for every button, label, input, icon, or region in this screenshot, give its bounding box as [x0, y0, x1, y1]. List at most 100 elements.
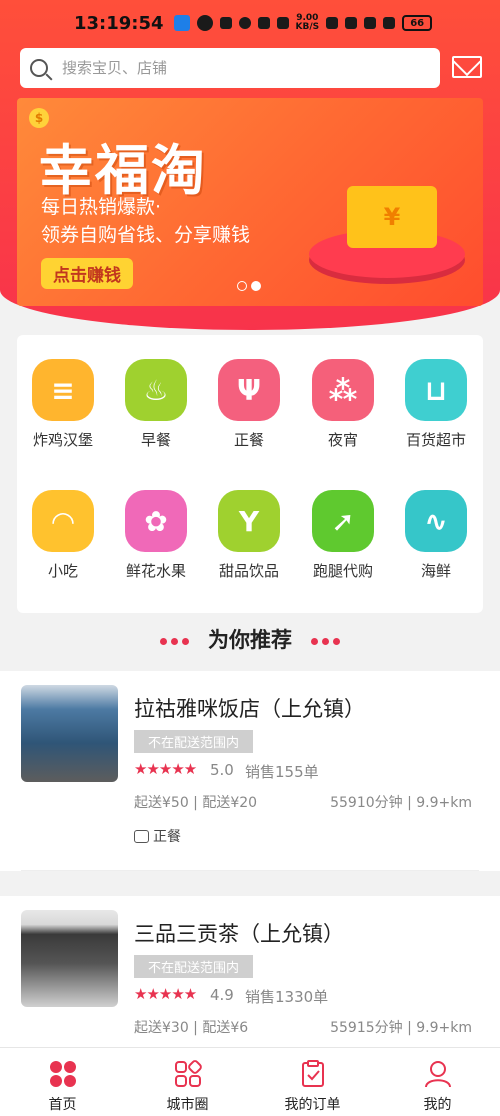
- category-label: 百货超市: [405, 431, 466, 449]
- recommend-title: 为你推荐: [208, 628, 292, 652]
- carousel-dots: [237, 281, 261, 291]
- category-label: 鲜花水果: [125, 562, 186, 580]
- fork-knife-icon: Ψ: [218, 359, 280, 421]
- category-label: 跑腿代购: [312, 562, 373, 580]
- category-label: 小吃: [47, 562, 78, 580]
- signal-5g-icon: [364, 17, 377, 29]
- sales-count: 销售1330单: [245, 988, 329, 1006]
- category-3[interactable]: ⁂ 夜宵: [301, 359, 385, 450]
- tab-my-orders[interactable]: 我的订单: [250, 1048, 375, 1116]
- category-label: 正餐: [233, 431, 264, 449]
- shrimp-icon: ∿: [405, 490, 467, 552]
- delivery-distance: 55910分钟 | 9.9+km: [330, 795, 472, 811]
- skewer-icon: ⁂: [312, 359, 374, 421]
- burger-icon: ≡: [32, 359, 94, 421]
- carousel-dot-active[interactable]: [251, 281, 261, 291]
- rating-stars: ★★★★★: [134, 985, 197, 1003]
- delivery-fee: 起送¥50 | 配送¥20: [134, 795, 258, 811]
- shop-card-0[interactable]: 拉祜雅咪饭店（上允镇） 不在配送范围内 ★★★★★ 5.0 销售155单 起送¥…: [0, 671, 500, 871]
- translate-app-icon: [173, 15, 190, 31]
- bluetooth-icon: [276, 17, 289, 29]
- home-grid-icon: [49, 1061, 76, 1087]
- hd-icon: [345, 17, 358, 29]
- delivery-distance: 55915分钟 | 9.9+km: [330, 1020, 472, 1036]
- search-bar[interactable]: [20, 48, 440, 88]
- battery-icon: 66: [402, 15, 433, 31]
- category-6[interactable]: ✿ 鲜花水果: [114, 490, 198, 581]
- shop-type: 正餐: [134, 826, 181, 846]
- category-8[interactable]: ➚ 跑腿代购: [301, 490, 385, 581]
- promo-banner[interactable]: $ 幸福淘 每日热销爆款· 领券自购省钱、分享赚钱 点击赚钱 ¥: [17, 98, 483, 306]
- noodle-bowl-icon: ♨: [125, 359, 187, 421]
- tab-label: 我的订单: [284, 1097, 341, 1113]
- nfc-icon: [219, 17, 232, 29]
- decor-dot: [170, 637, 178, 645]
- message-icon[interactable]: [452, 56, 482, 78]
- category-2[interactable]: Ψ 正餐: [207, 359, 291, 450]
- shop-type-icon: [134, 829, 149, 843]
- category-label: 甜品饮品: [218, 562, 279, 580]
- category-7[interactable]: Y 甜品饮品: [207, 490, 291, 581]
- status-icons: 9.00 KB/S 66: [173, 13, 433, 32]
- tab-city-circle[interactable]: 城市圈: [125, 1048, 250, 1116]
- category-4[interactable]: ⊔ 百货超市: [394, 359, 478, 450]
- wallet-icon: ¥: [347, 186, 437, 248]
- recommend-header: 为你推荐: [0, 624, 500, 654]
- order-clipboard-icon: [301, 1060, 324, 1087]
- runner-icon: ➚: [312, 490, 374, 552]
- coin-icon: $: [29, 108, 49, 128]
- tab-label: 我的: [423, 1097, 452, 1113]
- divider: [21, 870, 479, 871]
- shop-image: [21, 910, 118, 1007]
- decor-dot: [333, 637, 341, 645]
- decor-dot: [159, 637, 167, 645]
- wifi-icon: [326, 17, 339, 29]
- tab-label: 首页: [48, 1097, 77, 1113]
- rating-score: 5.0: [210, 761, 234, 779]
- signal-5g-2-icon: [383, 17, 396, 29]
- category-5[interactable]: ◠ 小吃: [21, 490, 105, 581]
- network-speed: 9.00 KB/S: [295, 13, 320, 32]
- shop-card-1[interactable]: 三品三贡茶（上允镇） 不在配送范围内 ★★★★★ 4.9 销售1330单 起送¥…: [0, 896, 500, 1047]
- tab-label: 城市圈: [166, 1097, 209, 1113]
- category-label: 夜宵: [327, 431, 358, 449]
- category-label: 炸鸡汉堡: [32, 431, 93, 449]
- shop-image: [21, 685, 118, 782]
- wechat-icon: [196, 15, 213, 31]
- banner-cta-button[interactable]: 点击赚钱: [41, 258, 133, 289]
- sales-count: 销售155单: [245, 763, 319, 781]
- decor-dot: [311, 637, 319, 645]
- search-icon: [30, 59, 48, 77]
- cocktail-icon: Y: [218, 490, 280, 552]
- banner-line2: 领券自购省钱、分享赚钱: [41, 224, 251, 246]
- decor-dot: [322, 637, 330, 645]
- category-1[interactable]: ♨ 早餐: [114, 359, 198, 450]
- category-0[interactable]: ≡ 炸鸡汉堡: [21, 359, 105, 450]
- tab-home[interactable]: 首页: [0, 1048, 125, 1116]
- delivery-status-tag: 不在配送范围内: [134, 730, 254, 753]
- dumpling-icon: ◠: [32, 490, 94, 552]
- search-input[interactable]: [62, 59, 402, 77]
- category-9[interactable]: ∿ 海鲜: [394, 490, 478, 581]
- tab-profile[interactable]: 我的: [375, 1048, 500, 1116]
- vibrate-icon: [257, 17, 270, 29]
- rating-score: 4.9: [210, 986, 234, 1004]
- rating-stars: ★★★★★: [134, 760, 197, 778]
- alarm-icon: [238, 17, 251, 29]
- profile-icon: [424, 1061, 451, 1088]
- shop-name: 三品三贡茶（上允镇）: [134, 922, 344, 946]
- decor-dot: [181, 637, 189, 645]
- city-circle-icon: [174, 1060, 202, 1087]
- status-bar: 13:19:54 9.00 KB/S 66: [0, 0, 500, 46]
- shop-type-label: 正餐: [153, 829, 181, 845]
- delivery-fee: 起送¥30 | 配送¥6: [134, 1020, 249, 1036]
- bottom-tab-bar: 首页 城市圈 我的订单 我的: [0, 1047, 500, 1116]
- status-time: 13:19:54: [74, 12, 164, 34]
- banner-line1: 每日热销爆款·: [41, 196, 162, 218]
- cart-icon: ⊔: [405, 359, 467, 421]
- carousel-dot[interactable]: [237, 281, 247, 291]
- category-grid: ≡ 炸鸡汉堡 ♨ 早餐 Ψ 正餐 ⁂ 夜宵 ⊔ 百货超市 ◠ 小吃 ✿ 鲜花水果…: [17, 335, 483, 613]
- rose-icon: ✿: [125, 490, 187, 552]
- shop-name: 拉祜雅咪饭店（上允镇）: [134, 697, 365, 721]
- delivery-status-tag: 不在配送范围内: [134, 955, 254, 978]
